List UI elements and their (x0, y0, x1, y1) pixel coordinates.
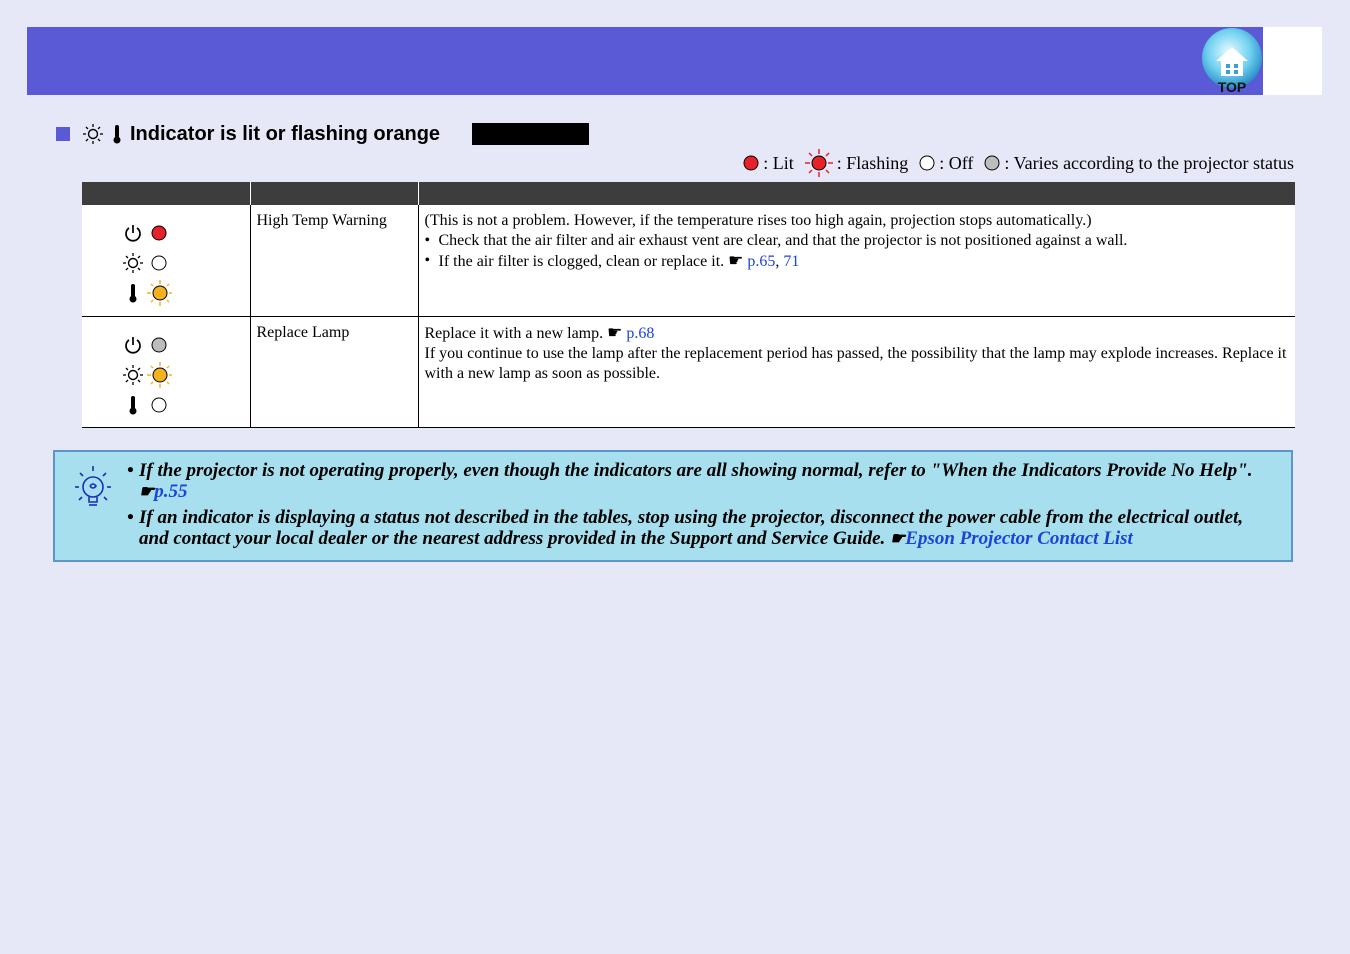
list-item: • Check that the air filter and air exhau… (424, 232, 1128, 249)
redacted-box (472, 123, 589, 145)
indicator-table: High Temp Warning (This is not a problem… (82, 182, 1295, 428)
remedy-line: (This is not a problem. However, if the … (424, 212, 1092, 229)
pointing-hand-icon: ☛ (728, 251, 744, 270)
page-link[interactable]: 71 (783, 253, 799, 270)
legend-lit: : Lit (763, 152, 794, 173)
list-item: • If an indicator is displaying a status… (127, 507, 1244, 549)
off-icon (151, 255, 167, 271)
pointing-hand-icon: ☛ (607, 323, 623, 342)
tip-list: • If the projector is not operating prop… (127, 460, 1261, 554)
varies-icon (984, 155, 1000, 171)
remedy-cell: Replace it with a new lamp. ☛ p.68 If yo… (417, 316, 1295, 428)
top-button[interactable]: TOP (1200, 27, 1264, 97)
page-link[interactable]: p.65 (747, 253, 775, 270)
remedy-line: If you continue to use the lamp after th… (424, 345, 1287, 382)
legend-varies: : Varies according to the projector stat… (1004, 152, 1294, 173)
remedy-line: Replace it with a new lamp. ☛ p.68 (424, 323, 655, 342)
red-lit-icon (151, 225, 167, 241)
page-link[interactable]: p.55 (154, 481, 187, 502)
thermometer-icon (113, 125, 121, 144)
pointing-hand-icon: ☛ (139, 482, 155, 501)
power-icon (125, 225, 141, 242)
off-icon (151, 397, 167, 413)
lamp-icon (83, 124, 103, 144)
table-header-row (82, 182, 1295, 205)
header-tab (1263, 27, 1322, 95)
top-label: TOP (1217, 79, 1247, 95)
red-lit-icon (743, 155, 759, 171)
legend-off: : Off (939, 152, 974, 173)
indicator-cell (82, 205, 250, 317)
section-heading: Indicator is lit or flashing orange (56, 121, 440, 147)
tip-box: • If the projector is not operating prop… (53, 450, 1293, 562)
thermometer-icon (129, 284, 137, 303)
contact-list-link[interactable]: Epson Projector Contact List (905, 528, 1133, 549)
status-cell: High Temp Warning (249, 205, 418, 317)
lightbulb-icon (75, 466, 111, 506)
list-item: • If the air filter is clogged, clean or … (424, 251, 800, 270)
varies-icon (151, 337, 167, 353)
legend-flashing: : Flashing (836, 152, 909, 173)
table-row: Replace Lamp Replace it with a new lamp.… (82, 316, 1295, 428)
red-flashing-icon (804, 149, 833, 177)
status-cell: Replace Lamp (249, 316, 418, 428)
thermometer-icon (129, 396, 137, 415)
list-item: • If the projector is not operating prop… (127, 460, 1253, 502)
off-icon (919, 155, 935, 171)
orange-flashing-icon (147, 362, 172, 388)
section-title: Indicator is lit or flashing orange (130, 122, 441, 145)
lamp-icon (123, 253, 143, 273)
table-row: High Temp Warning (This is not a problem… (82, 205, 1295, 317)
power-icon (125, 337, 141, 354)
header-banner (27, 27, 1263, 95)
pointing-hand-icon: ☛ (890, 529, 906, 548)
indicator-cell (82, 316, 250, 428)
section-marker (56, 127, 70, 141)
remedy-cell: (This is not a problem. However, if the … (417, 205, 1295, 317)
page-link[interactable]: p.68 (626, 325, 654, 342)
orange-flashing-icon (147, 280, 172, 306)
lamp-icon (123, 365, 143, 385)
indicator-legend: : Lit : Flashing : Off : Varies accordin… (742, 148, 1294, 178)
